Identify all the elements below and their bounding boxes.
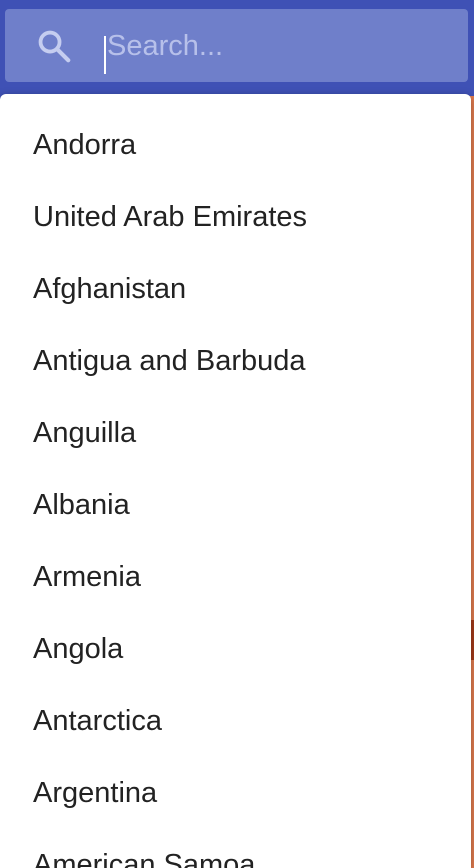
- search-input[interactable]: [103, 23, 457, 69]
- list-item-argentina[interactable]: Argentina: [0, 757, 471, 829]
- list-item-armenia[interactable]: Armenia: [0, 541, 471, 613]
- list-item-united-arab-emirates[interactable]: United Arab Emirates: [0, 181, 471, 253]
- list-item-angola[interactable]: Angola: [0, 613, 471, 685]
- list-item-andorra[interactable]: Andorra: [0, 109, 471, 181]
- list-item-antigua-and-barbuda[interactable]: Antigua and Barbuda: [0, 325, 471, 397]
- list-item-albania[interactable]: Albania: [0, 469, 471, 541]
- text-cursor: [104, 36, 106, 74]
- list-item-afghanistan[interactable]: Afghanistan: [0, 253, 471, 325]
- search-bar[interactable]: [5, 9, 468, 82]
- list-item-antarctica[interactable]: Antarctica: [0, 685, 471, 757]
- list-item-anguilla[interactable]: Anguilla: [0, 397, 471, 469]
- list-item-american-samoa[interactable]: American Samoa: [0, 829, 471, 868]
- country-dropdown-list[interactable]: Andorra United Arab Emirates Afghanistan…: [0, 94, 471, 868]
- search-icon: [35, 27, 73, 65]
